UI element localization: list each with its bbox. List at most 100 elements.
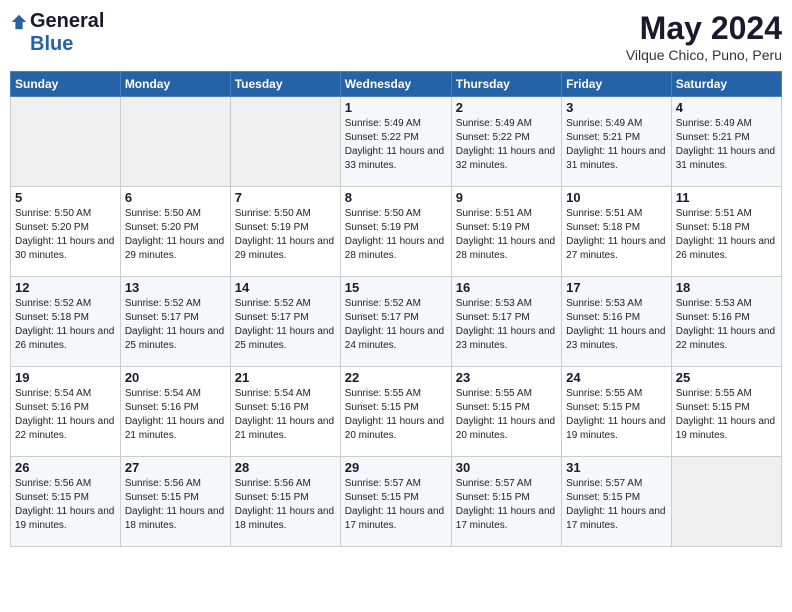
day-number: 1: [345, 100, 447, 115]
calendar-cell: 11 Sunrise: 5:51 AM Sunset: 5:18 PM Dayli…: [671, 187, 781, 277]
calendar-week-row: 26 Sunrise: 5:56 AM Sunset: 5:15 PM Dayli…: [11, 457, 782, 547]
calendar-header-row: SundayMondayTuesdayWednesdayThursdayFrid…: [11, 72, 782, 97]
calendar-cell: 7 Sunrise: 5:50 AM Sunset: 5:19 PM Daylig…: [230, 187, 340, 277]
calendar-cell: 19 Sunrise: 5:54 AM Sunset: 5:16 PM Dayli…: [11, 367, 121, 457]
day-number: 18: [676, 280, 777, 295]
calendar-cell: [230, 97, 340, 187]
day-info: Sunrise: 5:50 AM Sunset: 5:19 PM Dayligh…: [235, 207, 336, 263]
day-info: Sunrise: 5:52 AM Sunset: 5:17 PM Dayligh…: [125, 297, 226, 353]
day-info: Sunrise: 5:57 AM Sunset: 5:15 PM Dayligh…: [456, 477, 557, 533]
calendar-cell: 4 Sunrise: 5:49 AM Sunset: 5:21 PM Daylig…: [671, 97, 781, 187]
calendar-cell: 8 Sunrise: 5:50 AM Sunset: 5:19 PM Daylig…: [340, 187, 451, 277]
day-info: Sunrise: 5:54 AM Sunset: 5:16 PM Dayligh…: [15, 387, 116, 443]
location-subtitle: Vilque Chico, Puno, Peru: [626, 47, 782, 63]
day-number: 3: [566, 100, 667, 115]
logo-icon: [10, 13, 28, 31]
calendar-cell: 13 Sunrise: 5:52 AM Sunset: 5:17 PM Dayli…: [120, 277, 230, 367]
calendar-cell: 25 Sunrise: 5:55 AM Sunset: 5:15 PM Dayli…: [671, 367, 781, 457]
day-number: 2: [456, 100, 557, 115]
day-number: 19: [15, 370, 116, 385]
calendar-cell: 12Sunrise: 5:52 AM Sunset: 5:18 PM Dayli…: [11, 277, 121, 367]
day-info: Sunrise: 5:57 AM Sunset: 5:15 PM Dayligh…: [566, 477, 667, 533]
day-info: Sunrise: 5:50 AM Sunset: 5:20 PM Dayligh…: [15, 207, 116, 263]
day-number: 10: [566, 190, 667, 205]
calendar-week-row: 5 Sunrise: 5:50 AM Sunset: 5:20 PM Daylig…: [11, 187, 782, 277]
calendar-cell: 2 Sunrise: 5:49 AM Sunset: 5:22 PM Daylig…: [451, 97, 561, 187]
header-friday: Friday: [562, 72, 672, 97]
day-info: Sunrise: 5:55 AM Sunset: 5:15 PM Dayligh…: [676, 387, 777, 443]
day-number: 24: [566, 370, 667, 385]
month-title: May 2024: [626, 10, 782, 47]
day-info: Sunrise: 5:54 AM Sunset: 5:16 PM Dayligh…: [235, 387, 336, 443]
title-area: May 2024 Vilque Chico, Puno, Peru: [626, 10, 782, 63]
calendar-cell: 21 Sunrise: 5:54 AM Sunset: 5:16 PM Dayli…: [230, 367, 340, 457]
calendar-cell: 20 Sunrise: 5:54 AM Sunset: 5:16 PM Dayli…: [120, 367, 230, 457]
logo: General Blue: [10, 10, 104, 56]
day-number: 23: [456, 370, 557, 385]
day-info: Sunrise: 5:49 AM Sunset: 5:22 PM Dayligh…: [456, 117, 557, 173]
day-number: 13: [125, 280, 226, 295]
day-info: Sunrise: 5:57 AM Sunset: 5:15 PM Dayligh…: [345, 477, 447, 533]
day-info: Sunrise: 5:56 AM Sunset: 5:15 PM Dayligh…: [235, 477, 336, 533]
day-info: Sunrise: 5:52 AM Sunset: 5:18 PM Dayligh…: [15, 297, 116, 353]
day-info: Sunrise: 5:51 AM Sunset: 5:18 PM Dayligh…: [566, 207, 667, 263]
calendar-cell: 5 Sunrise: 5:50 AM Sunset: 5:20 PM Daylig…: [11, 187, 121, 277]
calendar-cell: 26 Sunrise: 5:56 AM Sunset: 5:15 PM Dayli…: [11, 457, 121, 547]
day-number: 5: [15, 190, 116, 205]
day-info: Sunrise: 5:56 AM Sunset: 5:15 PM Dayligh…: [125, 477, 226, 533]
day-number: 14: [235, 280, 336, 295]
day-info: Sunrise: 5:49 AM Sunset: 5:21 PM Dayligh…: [566, 117, 667, 173]
header-monday: Monday: [120, 72, 230, 97]
calendar-cell: 18Sunrise: 5:53 AM Sunset: 5:16 PM Dayli…: [671, 277, 781, 367]
calendar-cell: 30Sunrise: 5:57 AM Sunset: 5:15 PM Dayli…: [451, 457, 561, 547]
day-number: 17: [566, 280, 667, 295]
calendar-cell: 17Sunrise: 5:53 AM Sunset: 5:16 PM Dayli…: [562, 277, 672, 367]
day-info: Sunrise: 5:52 AM Sunset: 5:17 PM Dayligh…: [345, 297, 447, 353]
logo-general: General: [30, 10, 104, 33]
calendar-cell: 22Sunrise: 5:55 AM Sunset: 5:15 PM Dayli…: [340, 367, 451, 457]
day-number: 29: [345, 460, 447, 475]
day-number: 16: [456, 280, 557, 295]
day-info: Sunrise: 5:49 AM Sunset: 5:21 PM Dayligh…: [676, 117, 777, 173]
day-number: 20: [125, 370, 226, 385]
logo-blue: Blue: [30, 33, 73, 56]
day-number: 4: [676, 100, 777, 115]
calendar-cell: 29 Sunrise: 5:57 AM Sunset: 5:15 PM Dayli…: [340, 457, 451, 547]
calendar-table: SundayMondayTuesdayWednesdayThursdayFrid…: [10, 71, 782, 547]
calendar-cell: 3 Sunrise: 5:49 AM Sunset: 5:21 PM Daylig…: [562, 97, 672, 187]
calendar-cell: 9Sunrise: 5:51 AM Sunset: 5:19 PM Daylig…: [451, 187, 561, 277]
day-info: Sunrise: 5:55 AM Sunset: 5:15 PM Dayligh…: [566, 387, 667, 443]
day-info: Sunrise: 5:53 AM Sunset: 5:17 PM Dayligh…: [456, 297, 557, 353]
day-info: Sunrise: 5:50 AM Sunset: 5:20 PM Dayligh…: [125, 207, 226, 263]
calendar-week-row: 12Sunrise: 5:52 AM Sunset: 5:18 PM Dayli…: [11, 277, 782, 367]
header-sunday: Sunday: [11, 72, 121, 97]
calendar-cell: 14 Sunrise: 5:52 AM Sunset: 5:17 PM Dayli…: [230, 277, 340, 367]
day-info: Sunrise: 5:51 AM Sunset: 5:18 PM Dayligh…: [676, 207, 777, 263]
calendar-cell: 16 Sunrise: 5:53 AM Sunset: 5:17 PM Dayli…: [451, 277, 561, 367]
day-number: 25: [676, 370, 777, 385]
day-number: 7: [235, 190, 336, 205]
day-number: 6: [125, 190, 226, 205]
day-info: Sunrise: 5:50 AM Sunset: 5:19 PM Dayligh…: [345, 207, 447, 263]
day-number: 26: [15, 460, 116, 475]
day-number: 27: [125, 460, 226, 475]
calendar-week-row: 19 Sunrise: 5:54 AM Sunset: 5:16 PM Dayli…: [11, 367, 782, 457]
calendar-cell: 27 Sunrise: 5:56 AM Sunset: 5:15 PM Dayli…: [120, 457, 230, 547]
calendar-cell: 31Sunrise: 5:57 AM Sunset: 5:15 PM Dayli…: [562, 457, 672, 547]
calendar-week-row: 1 Sunrise: 5:49 AM Sunset: 5:22 PM Daylig…: [11, 97, 782, 187]
day-info: Sunrise: 5:55 AM Sunset: 5:15 PM Dayligh…: [456, 387, 557, 443]
day-number: 11: [676, 190, 777, 205]
day-number: 21: [235, 370, 336, 385]
day-info: Sunrise: 5:49 AM Sunset: 5:22 PM Dayligh…: [345, 117, 447, 173]
header-wednesday: Wednesday: [340, 72, 451, 97]
day-number: 9: [456, 190, 557, 205]
day-info: Sunrise: 5:54 AM Sunset: 5:16 PM Dayligh…: [125, 387, 226, 443]
day-info: Sunrise: 5:56 AM Sunset: 5:15 PM Dayligh…: [15, 477, 116, 533]
day-number: 15: [345, 280, 447, 295]
day-info: Sunrise: 5:52 AM Sunset: 5:17 PM Dayligh…: [235, 297, 336, 353]
day-number: 8: [345, 190, 447, 205]
calendar-cell: 28Sunrise: 5:56 AM Sunset: 5:15 PM Dayli…: [230, 457, 340, 547]
calendar-cell: [11, 97, 121, 187]
calendar-cell: 23 Sunrise: 5:55 AM Sunset: 5:15 PM Dayli…: [451, 367, 561, 457]
day-number: 22: [345, 370, 447, 385]
